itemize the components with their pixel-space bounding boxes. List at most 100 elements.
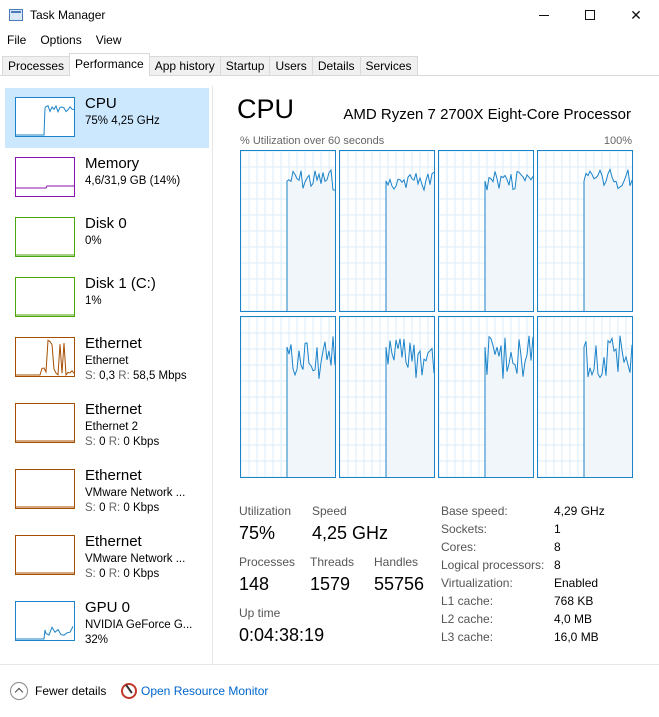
sidebar-item-memory[interactable]: Memory 4,6/31,9 GB (14%) <box>5 148 209 208</box>
core-utilization-plot <box>439 317 533 477</box>
sidebar-item-name: Ethernet <box>85 533 142 550</box>
spec-label: Base speed: <box>441 504 508 518</box>
core-utilization-plot <box>538 317 632 477</box>
core-7-graph <box>537 316 633 478</box>
maximize-button[interactable] <box>567 0 613 30</box>
tab-performance[interactable]: Performance <box>69 53 150 76</box>
sidebar-item-adapter: VMware Network ... <box>85 553 186 565</box>
tab-services[interactable]: Services <box>359 56 418 76</box>
sidebar-item-adapter: VMware Network ... <box>85 487 186 499</box>
spec-value: 768 KB <box>554 594 594 608</box>
cpu-thumbnail-graph <box>15 97 75 137</box>
tab-startup[interactable]: Startup <box>219 56 271 76</box>
sidebar-item-detail: 0% <box>85 235 102 247</box>
spec-value: 4,0 MB <box>554 612 593 626</box>
fewer-details-button[interactable]: Fewer details <box>35 684 106 698</box>
sidebar-item-name: Disk 1 (C:) <box>85 275 156 292</box>
minimize-icon <box>539 14 549 16</box>
sidebar-item-detail: 4,6/31,9 GB (14%) <box>85 175 181 187</box>
close-icon: ✕ <box>630 6 642 23</box>
core-utilization-plot <box>241 151 335 311</box>
tab-details[interactable]: Details <box>311 56 361 76</box>
menu-file[interactable]: File <box>0 31 33 51</box>
menu-options[interactable]: Options <box>33 31 88 51</box>
tab-users[interactable]: Users <box>269 56 313 76</box>
resource-monitor-icon <box>121 683 137 699</box>
sidebar-item-usage: 32% <box>85 634 109 646</box>
spec-label: L2 cache: <box>441 612 494 626</box>
handles-value: 55756 <box>374 574 425 594</box>
spec-label: Cores: <box>441 540 477 554</box>
core-2-graph <box>438 150 534 312</box>
thumbnail-graph-line <box>16 506 74 508</box>
sidebar-item-adapter: NVIDIA GeForce G... <box>85 619 193 631</box>
thumbnail-graph-line <box>16 185 74 189</box>
gpu-thumbnail-graph <box>15 601 75 641</box>
core-0-graph <box>240 150 336 312</box>
thumbnail-graph-line <box>16 314 74 316</box>
task-manager-icon <box>9 9 23 21</box>
footer: Fewer details Open Resource Monitor <box>0 665 659 717</box>
processor-name: AMD Ryzen 7 2700X Eight-Core Processor <box>343 106 631 123</box>
sidebar-item-disk-0[interactable]: Disk 0 0% <box>5 208 209 268</box>
tab-processes[interactable]: Processes <box>2 56 71 76</box>
memory-thumbnail-graph <box>15 157 75 197</box>
window-title: Task Manager <box>30 8 106 22</box>
menu-view[interactable]: View <box>89 31 129 51</box>
minimize-button[interactable] <box>521 0 567 30</box>
sidebar-item-ethernet[interactable]: Ethernet Ethernet S: 0,3 R: 58,5 Mbps <box>5 328 209 388</box>
resource-sidebar: CPU 75% 4,25 GHz Memory 4,6/31,9 GB (14%… <box>0 76 212 664</box>
menu-bar: File Options View <box>0 31 129 51</box>
spec-value: 4,29 GHz <box>554 504 605 518</box>
spec-label: L3 cache: <box>441 630 494 644</box>
graph-caption: % Utilization over 60 seconds <box>240 135 385 147</box>
threads-label: Threads <box>310 555 355 569</box>
sidebar-item-cpu[interactable]: CPU 75% 4,25 GHz <box>5 88 209 148</box>
thumbnail-graph-line <box>16 254 74 256</box>
disk-thumbnail-graph <box>15 277 75 317</box>
sidebar-item-name: CPU <box>85 95 117 112</box>
sidebar-item-ethernet-2[interactable]: Ethernet Ethernet 2 S: 0 R: 0 Kbps <box>5 394 209 454</box>
core-6-graph <box>438 316 534 478</box>
core-1-graph <box>339 150 435 312</box>
utilization-value: 75% <box>239 523 276 543</box>
sidebar-item-adapter: Ethernet 2 <box>85 421 139 433</box>
sidebar-item-ethernet-vmware-1[interactable]: Ethernet VMware Network ... S: 0 R: 0 Kb… <box>5 460 209 520</box>
title-bar: Task Manager ✕ <box>0 0 659 30</box>
spec-value: Enabled <box>554 576 599 590</box>
chevron-up-icon[interactable] <box>10 682 28 700</box>
maximize-icon <box>585 10 595 20</box>
tab-bar: Processes Performance App history Startu… <box>2 53 418 76</box>
sidebar-item-name: GPU 0 <box>85 599 131 616</box>
open-resource-monitor-link[interactable]: Open Resource Monitor <box>141 684 268 698</box>
sidebar-item-throughput: S: 0 R: 0 Kbps <box>85 436 160 448</box>
ethernet-thumbnail-graph <box>15 403 75 443</box>
ethernet-thumbnail-graph <box>15 535 75 575</box>
disk-thumbnail-graph <box>15 217 75 257</box>
sidebar-item-name: Ethernet <box>85 335 142 352</box>
sidebar-item-gpu-0[interactable]: GPU 0 NVIDIA GeForce G... 32% <box>5 592 209 652</box>
sidebar-item-name: Ethernet <box>85 401 142 418</box>
core-4-graph <box>240 316 336 478</box>
sidebar-item-ethernet-vmware-2[interactable]: Ethernet VMware Network ... S: 0 R: 0 Kb… <box>5 526 209 586</box>
sidebar-item-detail: 75% 4,25 GHz <box>85 115 160 127</box>
sidebar-item-name: Disk 0 <box>85 215 127 232</box>
core-utilization-plot <box>439 151 533 311</box>
spec-label: Virtualization: <box>441 576 513 590</box>
thumbnail-graph-line <box>16 339 74 376</box>
thumbnail-graph-line <box>16 626 74 640</box>
close-button[interactable]: ✕ <box>613 0 659 30</box>
tab-app-history[interactable]: App history <box>148 56 221 76</box>
thumbnail-graph-line <box>16 440 74 442</box>
sidebar-item-detail: 1% <box>85 295 102 307</box>
speed-value: 4,25 GHz <box>312 523 389 543</box>
utilization-label: Utilization <box>239 504 292 518</box>
core-utilization-plot <box>340 317 434 477</box>
spec-value: 1 <box>554 522 561 536</box>
speed-label: Speed <box>312 504 347 518</box>
thumbnail-graph-line <box>16 104 74 136</box>
core-utilization-plot <box>538 151 632 311</box>
sidebar-item-disk-1[interactable]: Disk 1 (C:) 1% <box>5 268 209 328</box>
spec-label: Sockets: <box>441 522 488 536</box>
handles-label: Handles <box>374 555 419 569</box>
